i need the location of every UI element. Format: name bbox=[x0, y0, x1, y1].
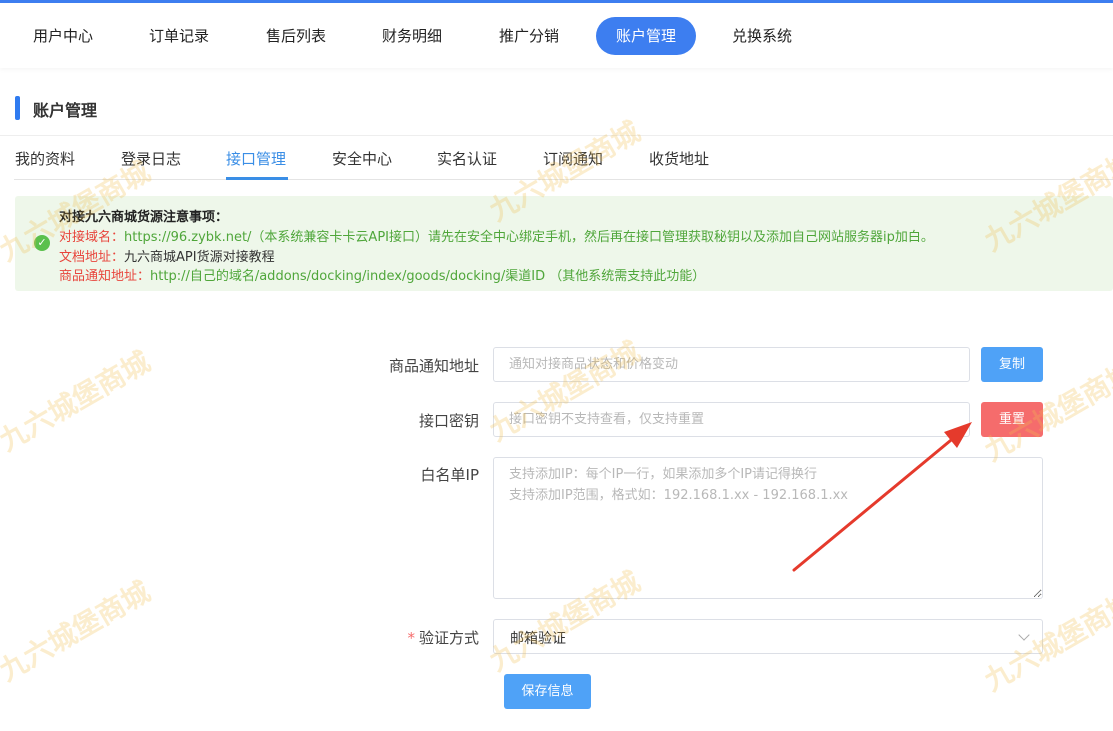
tab-security[interactable]: 安全中心 bbox=[332, 148, 392, 169]
verify-label: 验证方式 bbox=[418, 629, 479, 647]
reset-button[interactable]: 重置 bbox=[981, 402, 1043, 437]
save-button[interactable]: 保存信息 bbox=[504, 674, 591, 709]
whitelist-textarea[interactable] bbox=[493, 457, 1043, 599]
verify-method-value: 邮箱验证 bbox=[510, 631, 566, 647]
notify-url-input[interactable] bbox=[493, 347, 970, 382]
top-nav-orders[interactable]: 订单记录 bbox=[129, 17, 229, 55]
whitelist-label: 白名单IP bbox=[420, 466, 479, 484]
top-nav-finance[interactable]: 财务明细 bbox=[362, 17, 462, 55]
notice-domain-value: https://96.zybk.net/（本系统兼容卡卡云API接口）请先在安全… bbox=[124, 230, 934, 245]
tabs-divider bbox=[14, 179, 1113, 180]
api-key-input[interactable] bbox=[493, 402, 970, 437]
watermark: 九六城堡商城 bbox=[0, 575, 156, 688]
notice-box: ✓ 对接九六商城货源注意事项： 对接域名：https://96.zybk.net… bbox=[15, 196, 1113, 291]
notice-notify-line: 商品通知地址：http://自己的域名/addons/docking/index… bbox=[59, 265, 705, 284]
page-title: 账户管理 bbox=[33, 101, 98, 120]
section-accent-bar bbox=[15, 96, 20, 120]
verify-method-select[interactable]: 邮箱验证 bbox=[493, 619, 1043, 654]
top-nav-account[interactable]: 账户管理 bbox=[596, 17, 697, 55]
api-key-label: 接口密钥 bbox=[418, 412, 479, 430]
copy-button[interactable]: 复制 bbox=[981, 347, 1043, 382]
watermark: 九六城堡商城 bbox=[0, 345, 156, 458]
notice-doc-label: 文档地址： bbox=[59, 250, 125, 265]
notice-doc-link[interactable]: 九六商城API货源对接教程 bbox=[124, 250, 275, 265]
top-nav-promotion[interactable]: 推广分销 bbox=[479, 17, 579, 55]
title-divider bbox=[0, 135, 1113, 136]
notice-notify-value: http://自己的域名/addons/docking/index/goods/… bbox=[150, 269, 706, 284]
notice-title: 对接九六商城货源注意事项： bbox=[59, 210, 229, 225]
tab-real-name[interactable]: 实名认证 bbox=[437, 148, 497, 169]
active-tab-indicator bbox=[226, 177, 288, 180]
tab-profile[interactable]: 我的资料 bbox=[15, 148, 75, 169]
top-nav-user-center[interactable]: 用户中心 bbox=[13, 17, 113, 55]
check-circle-icon: ✓ bbox=[34, 235, 50, 251]
tab-login-log[interactable]: 登录日志 bbox=[121, 148, 181, 169]
notice-domain-line: 对接域名：https://96.zybk.net/（本系统兼容卡卡云API接口）… bbox=[59, 226, 934, 245]
notice-notify-label: 商品通知地址： bbox=[59, 269, 151, 284]
top-nav-bar: 用户中心 订单记录 售后列表 财务明细 推广分销 账户管理 兑换系统 bbox=[0, 0, 1113, 68]
notify-url-label: 商品通知地址 bbox=[388, 357, 479, 375]
tab-api-management[interactable]: 接口管理 bbox=[226, 148, 286, 169]
chevron-down-icon bbox=[1018, 629, 1030, 641]
verify-label-row: * 验证方式 bbox=[359, 627, 479, 648]
required-mark: * bbox=[407, 629, 415, 647]
tab-subscriptions[interactable]: 订阅通知 bbox=[543, 148, 603, 169]
tab-address[interactable]: 收货地址 bbox=[649, 148, 709, 169]
notice-domain-label: 对接域名： bbox=[59, 230, 125, 245]
top-nav-after-sales[interactable]: 售后列表 bbox=[246, 17, 346, 55]
notice-doc-line: 文档地址：九六商城API货源对接教程 bbox=[59, 246, 275, 265]
top-nav-exchange[interactable]: 兑换系统 bbox=[712, 17, 812, 55]
